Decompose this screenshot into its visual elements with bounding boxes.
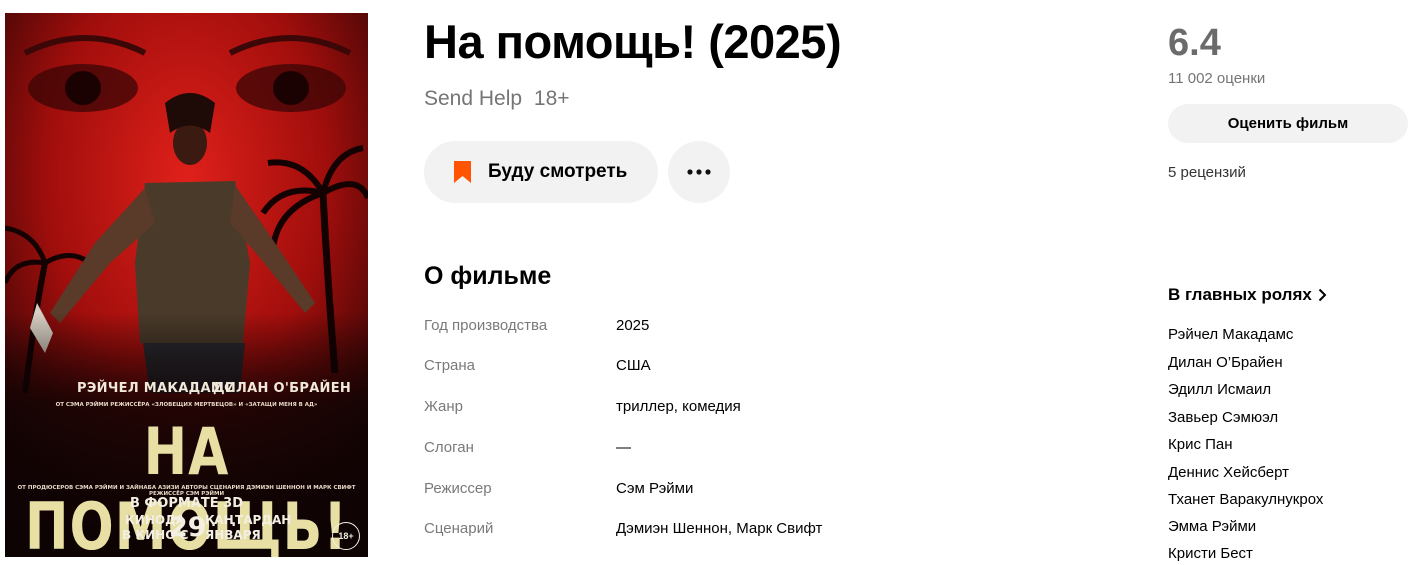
reviews-link[interactable]: 5 рецензий <box>1168 164 1246 181</box>
cast-member[interactable]: Рэйчел Макадамс <box>1168 326 1293 343</box>
rate-film-button[interactable]: Оценить фильм <box>1168 104 1408 143</box>
chevron-right-icon <box>1318 288 1327 302</box>
cast-member[interactable]: Завьер Сэмюэл <box>1168 409 1278 426</box>
info-key: Режиссер <box>424 480 492 497</box>
info-value: — <box>616 439 631 456</box>
info-key: Страна <box>424 357 476 374</box>
poster-format: В ФОРМАТЕ 3D <box>129 496 243 511</box>
more-options-button[interactable] <box>668 141 730 203</box>
poster-release-month1: ҚАҢТАРДАН <box>205 513 292 527</box>
cast-member[interactable]: Крис Пан <box>1168 436 1233 453</box>
cast-member[interactable]: Тханет Варакулнукрох <box>1168 491 1323 508</box>
poster-credits-top: ОТ СЭМА РЭЙМИ РЕЖИССЁРА «ЗЛОВЕЩИХ МЕРТВЕ… <box>55 402 318 408</box>
poster-actor-left: РЭЙЧЕЛ МАКАДАМС <box>77 381 234 396</box>
watch-later-label: Буду смотреть <box>488 161 628 182</box>
bookmark-icon <box>454 161 471 183</box>
cast-member[interactable]: Кристи Бест <box>1168 545 1253 562</box>
movie-poster: РЭЙЧЕЛ МАКАДАМС ДИЛАН О'БРАЙЕН ОТ СЭМА Р… <box>5 13 368 557</box>
info-key: Сценарий <box>424 520 494 537</box>
info-value[interactable]: США <box>616 357 651 374</box>
poster-release-day: 29 <box>169 512 207 543</box>
cast-member[interactable]: Деннис Хейсберт <box>1168 464 1289 481</box>
cast-member[interactable]: Эмма Рэйми <box>1168 518 1256 535</box>
info-key: Год производства <box>424 317 548 334</box>
cast-heading-link[interactable]: В главных ролях <box>1168 285 1327 305</box>
cast-heading-label: В главных ролях <box>1168 285 1312 304</box>
info-key: Слоган <box>424 439 474 456</box>
more-icon <box>687 169 711 175</box>
watch-later-button[interactable]: Буду смотреть <box>424 141 658 203</box>
cast-member[interactable]: Дилан О’Брайен <box>1168 354 1283 371</box>
poster-actor-right: ДИЛАН О'БРАЙЕН <box>213 381 352 396</box>
cast-member[interactable]: Эдилл Исмаил <box>1168 381 1271 398</box>
age-rating: 18+ <box>533 87 570 110</box>
rating-votes: 11 002 оценки <box>1168 70 1266 87</box>
info-key: Жанр <box>424 398 463 415</box>
rating-score: 6.4 <box>1168 22 1221 64</box>
page-title: На помощь! (2025) <box>424 15 842 68</box>
poster-release-month2: ЯНВАРЯ <box>205 528 261 542</box>
original-title: Send Help <box>424 87 523 110</box>
info-value[interactable]: Сэм Рэйми <box>616 480 693 497</box>
info-value[interactable]: 2025 <box>616 317 649 334</box>
info-value[interactable]: Дэмиэн Шеннон, Марк Свифт <box>616 520 822 537</box>
poster-age-badge: 18+ <box>332 522 360 550</box>
info-value[interactable]: триллер, комедия <box>616 398 741 415</box>
about-heading: О фильме <box>424 262 552 290</box>
film-subtitle: Send Help 18+ <box>424 87 570 111</box>
